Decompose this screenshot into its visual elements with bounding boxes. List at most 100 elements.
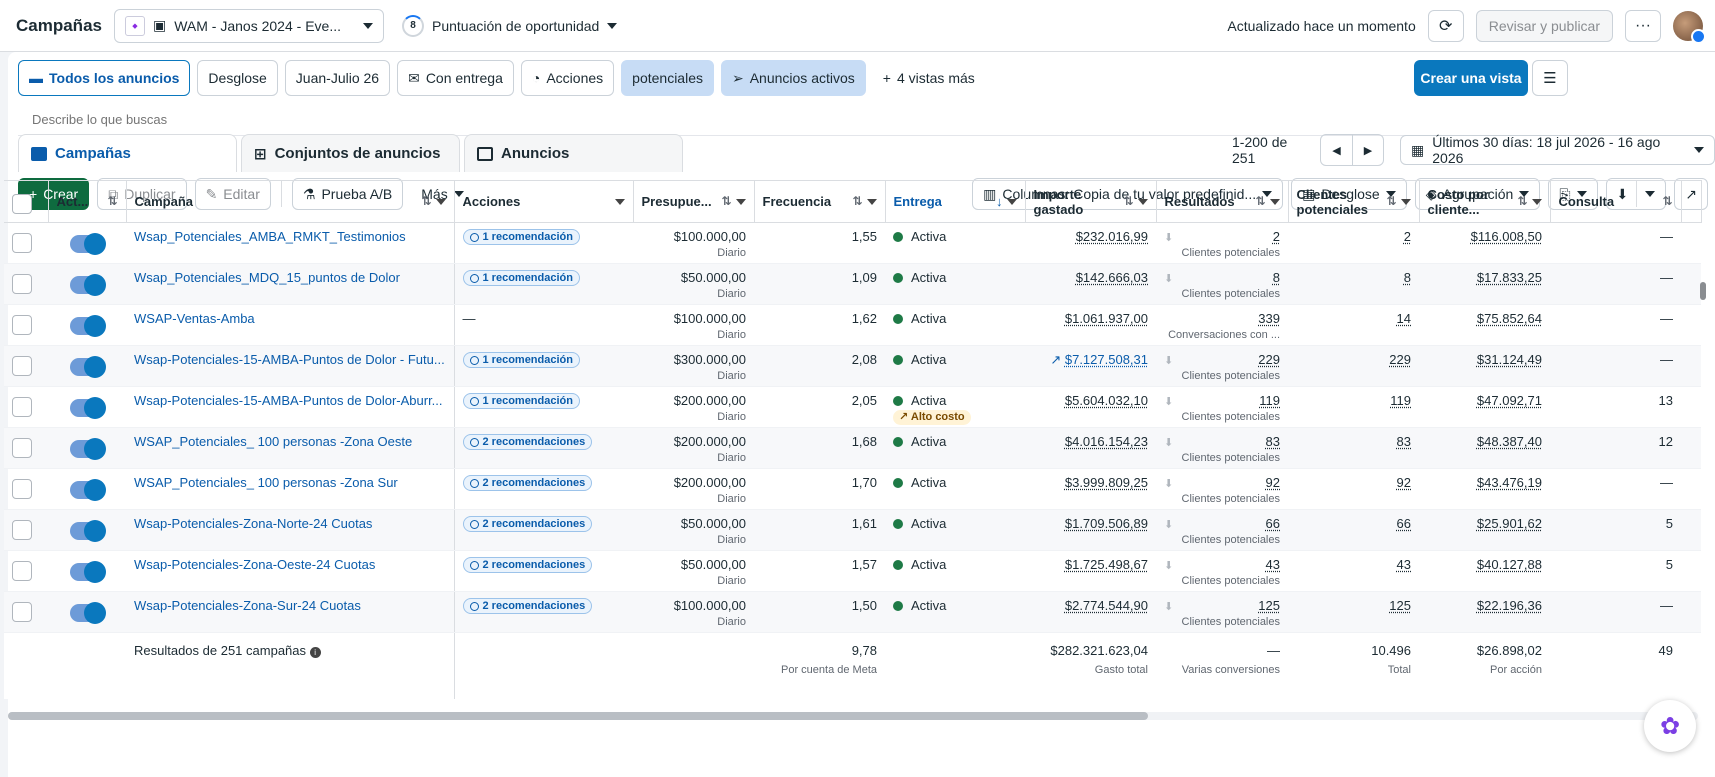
table-row[interactable]: WSAP_Potenciales_ 100 personas -Zona Sur… — [4, 468, 1701, 510]
leads-value[interactable]: 2 — [1404, 229, 1411, 244]
chevron-down-icon[interactable] — [1400, 198, 1411, 205]
row-checkbox[interactable] — [12, 561, 32, 581]
row-checkbox[interactable] — [12, 520, 32, 540]
opportunity-score[interactable]: 8 Puntuación de oportunidad — [401, 14, 618, 37]
chevron-down-icon[interactable] — [1137, 198, 1148, 205]
campaign-name-link[interactable]: Wsap_Potenciales_MDQ_15_puntos de Dolor — [134, 270, 446, 285]
more-options-button[interactable]: ··· — [1625, 9, 1661, 42]
header-delivery[interactable]: Entrega ↓ — [885, 180, 1026, 223]
budget-value[interactable]: $100.000,00 — [641, 229, 746, 244]
table-row[interactable]: WSAP-Ventas-Amba — $100.000,00 Diario 1,6… — [4, 304, 1701, 346]
tab-adsets[interactable]: ⊞ Conjuntos de anuncios — [241, 134, 460, 172]
cpl-value[interactable]: $17.833,25 — [1477, 270, 1542, 285]
sort-icon[interactable]: ⇅ — [721, 194, 731, 209]
header-campaign[interactable]: Campaña ⇅ — [126, 180, 455, 223]
cpl-value[interactable]: $31.124,49 — [1477, 352, 1542, 367]
table-row[interactable]: Wsap_Potenciales_MDQ_15_puntos de Dolor … — [4, 263, 1701, 305]
campaign-name-link[interactable]: Wsap-Potenciales-Zona-Norte-24 Cuotas — [134, 516, 446, 531]
results-value[interactable]: 119 — [1164, 393, 1280, 408]
spent-value[interactable]: $232.016,99 — [1076, 229, 1148, 244]
campaign-toggle[interactable] — [70, 479, 106, 501]
campaign-name-link[interactable]: Wsap-Potenciales-Zona-Oeste-24 Cuotas — [134, 557, 446, 572]
campaign-name-link[interactable]: Wsap_Potenciales_AMBA_RMKT_Testimonios — [134, 229, 446, 244]
header-active[interactable]: Act... ⇅ — [48, 180, 127, 223]
view-potential[interactable]: potenciales — [621, 60, 714, 96]
leads-value[interactable]: 83 — [1397, 434, 1411, 449]
header-actions[interactable]: Acciones — [454, 180, 634, 223]
chevron-down-icon[interactable] — [1531, 198, 1542, 205]
budget-value[interactable]: $50.000,00 — [641, 516, 746, 531]
results-value[interactable]: 83 — [1164, 434, 1280, 449]
header-consult[interactable]: Consulta ⇅ — [1550, 180, 1682, 223]
next-page-button[interactable]: ▶ — [1351, 135, 1383, 165]
header-amount-spent[interactable]: Importe gastado ⇅ — [1025, 180, 1157, 223]
leads-value[interactable]: 66 — [1397, 516, 1411, 531]
budget-value[interactable]: $100.000,00 — [641, 598, 746, 613]
leads-value[interactable]: 43 — [1397, 557, 1411, 572]
campaign-toggle[interactable] — [70, 520, 106, 542]
campaign-toggle[interactable] — [70, 561, 106, 583]
view-settings-button[interactable]: ☰ — [1532, 60, 1568, 96]
campaign-toggle[interactable] — [70, 315, 106, 337]
row-checkbox[interactable] — [12, 397, 32, 417]
campaign-name-link[interactable]: WSAP_Potenciales_ 100 personas -Zona Sur — [134, 475, 446, 490]
spent-value[interactable]: $7.127.508,31 — [1065, 352, 1148, 367]
vertical-scrollbar[interactable] — [1700, 282, 1706, 300]
cpl-value[interactable]: $47.092,71 — [1477, 393, 1542, 408]
cpl-value[interactable]: $48.387,40 — [1477, 434, 1542, 449]
chevron-down-icon[interactable] — [735, 198, 746, 205]
leads-value[interactable]: 8 — [1404, 270, 1411, 285]
recommendation-badge[interactable]: 1 recomendación — [462, 352, 580, 368]
table-row[interactable]: Wsap-Potenciales-Zona-Sur-24 Cuotas 2 re… — [4, 591, 1701, 633]
row-checkbox[interactable] — [12, 233, 32, 253]
view-actions[interactable]: ◔ Acciones — [520, 60, 615, 96]
search-input[interactable] — [32, 112, 632, 127]
sort-icon[interactable]: ⇅ — [1662, 194, 1672, 209]
sort-icon[interactable]: ⇅ — [107, 194, 117, 209]
sort-icon[interactable]: ⇅ — [852, 194, 862, 209]
account-selector[interactable]: ◆ ▣ WAM - Janos 2024 - Eve... — [113, 8, 384, 43]
sort-icon[interactable]: ⇅ — [1255, 194, 1265, 209]
campaign-name-link[interactable]: Wsap-Potenciales-15-AMBA-Puntos de Dolor… — [134, 352, 446, 367]
campaign-name-link[interactable]: Wsap-Potenciales-Zona-Sur-24 Cuotas — [134, 598, 446, 613]
campaign-toggle[interactable] — [70, 438, 106, 460]
header-cost-per-lead[interactable]: Costo por cliente... ⇅ — [1419, 180, 1551, 223]
campaign-toggle[interactable] — [70, 274, 106, 296]
header-frequency[interactable]: Frecuencia ⇅ — [754, 180, 886, 223]
header-leads[interactable]: Clientes potenciales ⇅ — [1288, 180, 1420, 223]
row-checkbox[interactable] — [12, 274, 32, 294]
budget-value[interactable]: $200.000,00 — [641, 434, 746, 449]
spent-value[interactable]: $142.666,03 — [1076, 270, 1148, 285]
results-value[interactable]: 92 — [1164, 475, 1280, 490]
sort-icon[interactable]: ⇅ — [1386, 194, 1396, 209]
row-checkbox[interactable] — [12, 315, 32, 335]
budget-value[interactable]: $50.000,00 — [641, 557, 746, 572]
review-publish-button[interactable]: Revisar y publicar — [1475, 9, 1613, 42]
chevron-down-icon[interactable] — [1269, 198, 1280, 205]
recommendation-badge[interactable]: 1 recomendación — [462, 393, 580, 409]
campaign-toggle[interactable] — [70, 602, 106, 624]
table-row[interactable]: Wsap-Potenciales-15-AMBA-Puntos de Dolor… — [4, 345, 1701, 387]
sort-down-icon[interactable]: ↓ — [996, 194, 1003, 209]
results-value[interactable]: 339 — [1164, 311, 1280, 326]
budget-value[interactable]: $200.000,00 — [641, 393, 746, 408]
avatar[interactable] — [1673, 10, 1706, 44]
view-breakdown[interactable]: Desglose — [197, 60, 278, 96]
view-date[interactable]: Juan-Julio 26 — [284, 60, 391, 96]
campaign-toggle[interactable] — [70, 397, 106, 419]
select-all-checkbox[interactable] — [12, 193, 32, 214]
spent-value[interactable]: $1.725.498,67 — [1065, 557, 1148, 572]
row-checkbox[interactable] — [12, 602, 32, 622]
cpl-value[interactable]: $116.008,50 — [1471, 229, 1542, 244]
budget-value[interactable]: $100.000,00 — [641, 311, 746, 326]
spent-value[interactable]: $5.604.032,10 — [1065, 393, 1148, 408]
tab-ads[interactable]: Anuncios — [464, 134, 683, 172]
table-row[interactable]: Wsap-Potenciales-15-AMBA-Puntos de Dolor… — [4, 386, 1701, 428]
spent-value[interactable]: $1.709.506,89 — [1065, 516, 1148, 531]
table-row[interactable]: Wsap_Potenciales_AMBA_RMKT_Testimonios 1… — [4, 222, 1701, 264]
results-value[interactable]: 66 — [1164, 516, 1280, 531]
info-icon[interactable]: i — [309, 647, 321, 658]
chevron-down-icon[interactable] — [866, 198, 877, 205]
cpl-value[interactable]: $25.901,62 — [1477, 516, 1542, 531]
row-checkbox[interactable] — [12, 356, 32, 376]
